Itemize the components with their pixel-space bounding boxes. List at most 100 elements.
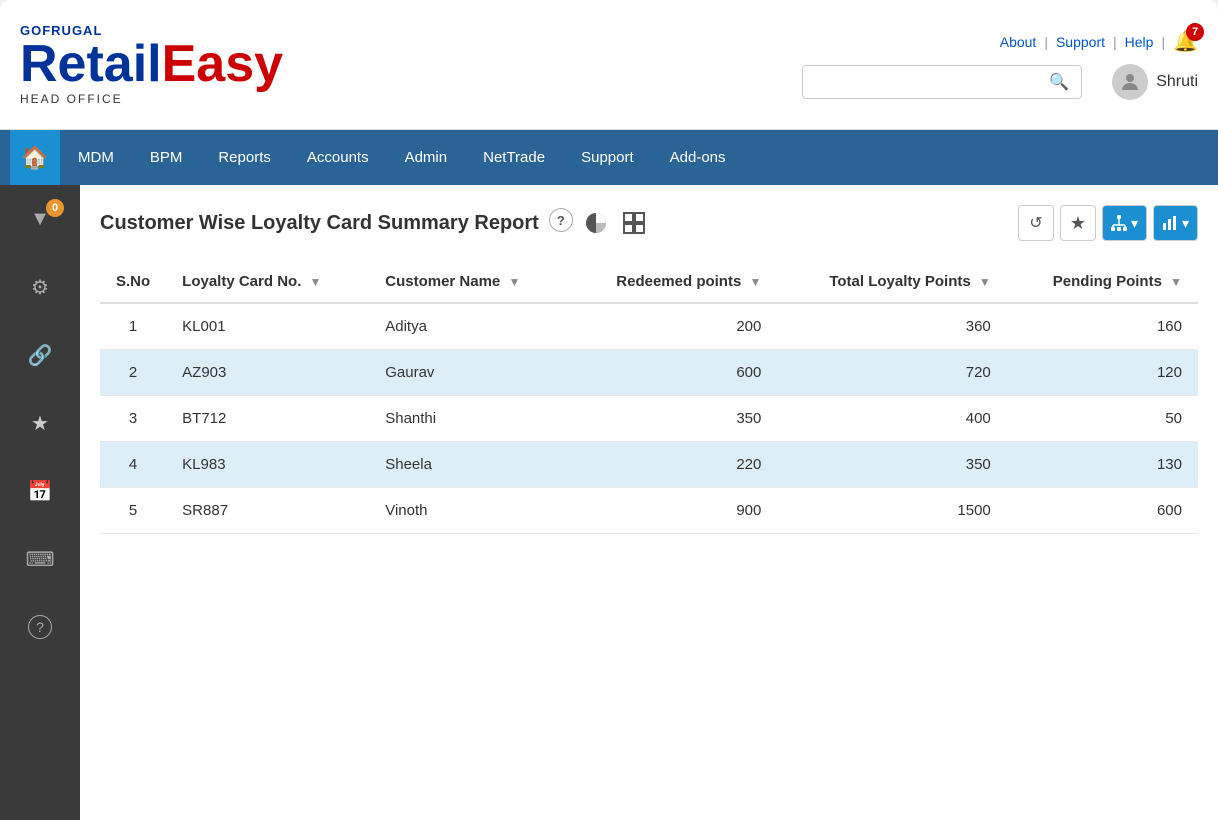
- search-icon[interactable]: 🔍: [1049, 72, 1069, 92]
- cell-total-loyalty: 400: [777, 396, 1006, 442]
- report-icons: ?: [549, 208, 649, 238]
- brand-easy: Easy: [162, 35, 283, 93]
- report-pie-button[interactable]: [581, 208, 611, 238]
- col-customer-name: Customer Name ▼: [369, 261, 567, 303]
- cell-card-no: KL001: [166, 303, 369, 350]
- col-sno: S.No: [100, 261, 166, 303]
- sidebar-item-settings[interactable]: ⚙: [10, 263, 70, 311]
- col-pending: Pending Points ▼: [1007, 261, 1198, 303]
- cell-total-loyalty: 720: [777, 350, 1006, 396]
- cell-sno: 5: [100, 488, 166, 534]
- help-link[interactable]: Help: [1125, 34, 1154, 50]
- help-icon: ?: [28, 615, 52, 639]
- sidebar-item-filter[interactable]: ▼ 0: [10, 195, 70, 243]
- cell-redeemed: 350: [567, 396, 777, 442]
- cell-card-no: BT712: [166, 396, 369, 442]
- table-row: 3 BT712 Shanthi 350 400 50: [100, 396, 1198, 442]
- gear-icon: ⚙: [31, 275, 49, 300]
- chart-button[interactable]: ▾: [1153, 205, 1198, 241]
- cell-sno: 4: [100, 442, 166, 488]
- cell-sno: 1: [100, 303, 166, 350]
- main-area: ▼ 0 ⚙ 🔗 ★ 📅 ⌨ ? Customer Wise Loyalty Ca…: [0, 185, 1218, 820]
- nav-items: MDM BPM Reports Accounts Admin NetTrade …: [60, 130, 744, 185]
- sort-icon-customer[interactable]: ▼: [508, 275, 520, 289]
- nav-item-addons[interactable]: Add-ons: [652, 130, 744, 185]
- logo-area: GOFRUGAL RetailEasy HEAD OFFICE: [20, 23, 802, 106]
- brand-headoffice: HEAD OFFICE: [20, 92, 802, 106]
- cell-redeemed: 900: [567, 488, 777, 534]
- loyalty-table: S.No Loyalty Card No. ▼ Customer Name ▼ …: [100, 261, 1198, 534]
- cell-sno: 3: [100, 396, 166, 442]
- nav-item-accounts[interactable]: Accounts: [289, 130, 387, 185]
- table-row: 2 AZ903 Gaurav 600 720 120: [100, 350, 1198, 396]
- support-link[interactable]: Support: [1056, 34, 1105, 50]
- refresh-button[interactable]: ↺: [1018, 205, 1054, 241]
- nav-item-admin[interactable]: Admin: [387, 130, 466, 185]
- cell-redeemed: 220: [567, 442, 777, 488]
- brand-name: RetailEasy: [20, 38, 802, 90]
- cell-card-no: KL983: [166, 442, 369, 488]
- cell-customer: Aditya: [369, 303, 567, 350]
- cell-customer: Vinoth: [369, 488, 567, 534]
- col-card-no: Loyalty Card No. ▼: [166, 261, 369, 303]
- sidebar-item-help[interactable]: ?: [10, 603, 70, 651]
- cell-total-loyalty: 1500: [777, 488, 1006, 534]
- cell-pending: 600: [1007, 488, 1198, 534]
- sort-icon-pending[interactable]: ▼: [1170, 275, 1182, 289]
- avatar: [1112, 64, 1148, 100]
- cell-pending: 160: [1007, 303, 1198, 350]
- nav-item-bpm[interactable]: BPM: [132, 130, 201, 185]
- cell-customer: Shanthi: [369, 396, 567, 442]
- top-links: About | Support | Help | 🔔 7: [1000, 29, 1198, 54]
- nav-item-nettrade[interactable]: NetTrade: [465, 130, 563, 185]
- report-actions: ↺ ★ ▾ ▾: [1018, 205, 1198, 241]
- sidebar-item-calendar[interactable]: 📅: [10, 467, 70, 515]
- user-name: Shruti: [1156, 73, 1198, 91]
- report-header: Customer Wise Loyalty Card Summary Repor…: [100, 205, 1198, 241]
- link-icon: 🔗: [28, 343, 53, 368]
- search-box[interactable]: 🔍: [802, 65, 1082, 99]
- header-search: 🔍 Shruti: [802, 64, 1198, 100]
- about-link[interactable]: About: [1000, 34, 1037, 50]
- sidebar-item-keyboard[interactable]: ⌨: [10, 535, 70, 583]
- sort-icon-redeemed[interactable]: ▼: [749, 275, 761, 289]
- sidebar-item-favorites[interactable]: ★: [10, 399, 70, 447]
- cell-redeemed: 600: [567, 350, 777, 396]
- cell-customer: Gaurav: [369, 350, 567, 396]
- filter-badge: 0: [46, 199, 64, 217]
- user-area: Shruti: [1112, 64, 1198, 100]
- cell-pending: 130: [1007, 442, 1198, 488]
- nav-item-mdm[interactable]: MDM: [60, 130, 132, 185]
- table-header-row: S.No Loyalty Card No. ▼ Customer Name ▼ …: [100, 261, 1198, 303]
- nav-bar: 🏠 MDM BPM Reports Accounts Admin NetTrad…: [0, 130, 1218, 185]
- notification-badge: 7: [1186, 23, 1204, 41]
- table-row: 1 KL001 Aditya 200 360 160: [100, 303, 1198, 350]
- nav-item-support[interactable]: Support: [563, 130, 652, 185]
- nav-item-reports[interactable]: Reports: [200, 130, 289, 185]
- table-row: 4 KL983 Sheela 220 350 130: [100, 442, 1198, 488]
- cell-card-no: SR887: [166, 488, 369, 534]
- keyboard-icon: ⌨: [26, 547, 55, 572]
- col-redeemed: Redeemed points ▼: [567, 261, 777, 303]
- report-title: Customer Wise Loyalty Card Summary Repor…: [100, 212, 539, 235]
- report-grid-button[interactable]: [619, 208, 649, 238]
- nav-home-button[interactable]: 🏠: [10, 130, 60, 185]
- hierarchy-button[interactable]: ▾: [1102, 205, 1147, 241]
- report-title-area: Customer Wise Loyalty Card Summary Repor…: [100, 208, 649, 238]
- sidebar-item-link[interactable]: 🔗: [10, 331, 70, 379]
- sort-icon-card[interactable]: ▼: [310, 275, 322, 289]
- sort-icon-total[interactable]: ▼: [979, 275, 991, 289]
- cell-sno: 2: [100, 350, 166, 396]
- star-button[interactable]: ★: [1060, 205, 1096, 241]
- search-input[interactable]: [815, 74, 1049, 90]
- report-help-button[interactable]: ?: [549, 208, 573, 232]
- cell-card-no: AZ903: [166, 350, 369, 396]
- star-icon: ★: [31, 411, 49, 436]
- brand-retail: Retail: [20, 35, 162, 93]
- calendar-icon: 📅: [28, 479, 53, 504]
- sidebar: ▼ 0 ⚙ 🔗 ★ 📅 ⌨ ?: [0, 185, 80, 820]
- content-area: Customer Wise Loyalty Card Summary Repor…: [80, 185, 1218, 820]
- col-total-loyalty: Total Loyalty Points ▼: [777, 261, 1006, 303]
- cell-total-loyalty: 360: [777, 303, 1006, 350]
- notification-area[interactable]: 🔔 7: [1173, 29, 1198, 54]
